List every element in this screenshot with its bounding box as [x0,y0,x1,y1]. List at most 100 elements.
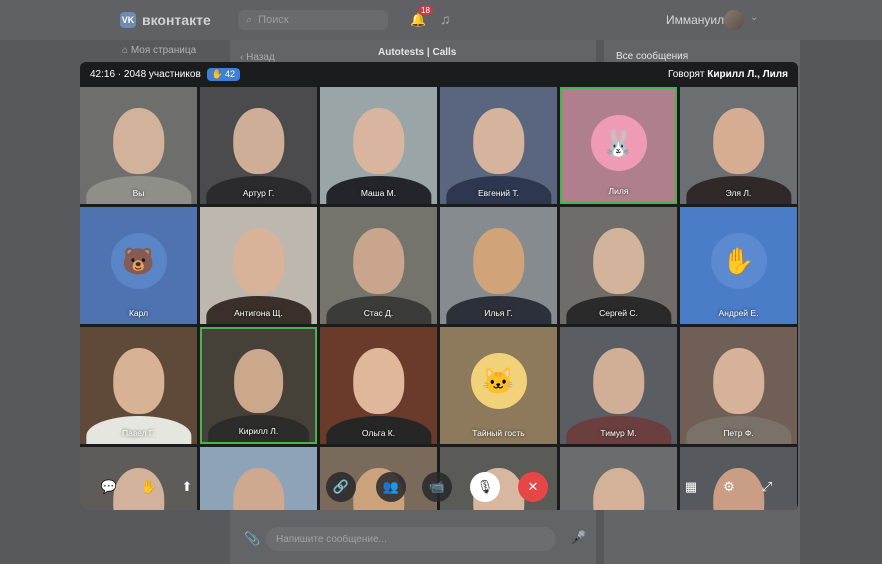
raise-hand-button[interactable]: ✋ [134,472,164,502]
avatar-glyph-icon: 🐰 [602,127,635,158]
participant-face [472,228,525,294]
share-screen-button[interactable]: ⬆ [172,472,202,502]
participants-icon: 👥 [382,479,400,494]
participants-grid: Вы Артур Г. Маша М. Евгений Т. 🐰 Лиля Эля Л. 🐻 К… [80,87,798,510]
avatar: 🐱 [470,353,527,409]
sidebar-item-my-page[interactable]: ⌂ Моя страница [122,45,196,56]
search-input[interactable]: ⌕ Поиск [238,10,388,30]
participant-face [233,349,284,413]
participant-name: Карл [128,308,149,318]
participant-face [592,348,645,414]
mic-muted-icon: 🎙 [476,479,494,494]
participant-face [352,108,405,174]
participant-tile[interactable]: Эля Л. [680,87,797,204]
notifications-badge: 18 [418,6,433,15]
message-input[interactable]: Напишите сообщение... [266,527,556,551]
paperclip-icon[interactable]: 📎 [244,531,260,547]
user-name[interactable]: Иммануил [666,13,724,27]
avatar-glyph-icon: 🐻 [122,245,155,276]
avatar: ✋ [710,233,767,289]
participant-face [352,348,405,414]
search-placeholder: Поиск [258,14,289,26]
participant-name: Вы [132,188,145,198]
raise-hand-icon: ✋ [140,479,158,494]
participant-tile[interactable]: ✋ Андрей Е. [680,207,797,324]
call-controls: 💬 ✋ ⬆ 🔗 👥 📹 🎙 ✕ ▦ ⚙ ⤢ [80,460,798,510]
speaking-prefix: Говорят [668,68,705,80]
participants-button[interactable]: 👥 [376,472,406,502]
participant-name: Павел Г. [122,428,155,438]
layout-button[interactable]: ▦ [676,472,706,502]
participant-tile[interactable]: Петр Ф. [680,327,797,444]
participant-face [232,108,285,174]
avatar: 🐻 [110,233,167,289]
raise-hand-icon: ✋ [211,68,223,79]
search-icon: ⌕ [246,13,253,26]
sidebar-item-label: Моя страница [130,45,197,56]
participant-tile[interactable]: Стас Д. [320,207,437,324]
participant-name: Стас Д. [363,308,394,318]
participant-name: Тимур М. [600,428,637,438]
participant-name: Тайный гость [472,428,525,438]
fullscreen-icon: ⤢ [761,479,773,494]
home-icon: ⌂ [122,45,131,56]
chat-bubble-icon[interactable]: 💬 [94,472,124,502]
participant-tile[interactable]: Тимур М. [560,327,677,444]
voice-message-icon[interactable]: 🎤 [570,530,586,546]
all-messages-link[interactable]: Все сообщения [616,51,688,62]
avatar-glyph-icon: ✋ [722,245,755,276]
participant-face [112,108,165,174]
vk-logo[interactable]: VK вконтакте [120,12,211,28]
participant-name: Петр Ф. [723,428,754,438]
participant-face [472,108,525,174]
vk-logo-mark: VK [120,12,136,28]
participant-tile[interactable]: Павел Г. [80,327,197,444]
speaking-indicator: Говорят Кирилл Л., Лиля [668,69,788,80]
participant-tile[interactable]: Сергей С. [560,207,677,324]
participant-tile[interactable]: Антигона Щ. [200,207,317,324]
raised-hands-badge[interactable]: ✋ 42 [206,67,240,81]
settings-button[interactable]: ⚙ [714,472,744,502]
notifications-bell-icon[interactable]: 🔔 18 [410,6,433,28]
vk-logo-text: вконтакте [142,12,211,28]
music-icon[interactable]: ♫ [440,11,451,27]
participant-tile[interactable]: Артур Г. [200,87,317,204]
participant-face [352,228,405,294]
copy-link-button[interactable]: 🔗 [326,472,356,502]
participant-face [592,228,645,294]
participant-tile[interactable]: 🐰 Лиля [560,87,677,204]
participant-tile[interactable]: Маша М. [320,87,437,204]
participant-name: Кирилл Л. [238,426,279,436]
participant-tile[interactable]: Кирилл Л. [200,327,317,444]
participant-name: Лиля [608,186,629,196]
avatar-glyph-icon: 🐱 [482,365,515,396]
participant-tile[interactable]: Евгений Т. [440,87,557,204]
participant-name: Андрей Е. [718,308,759,318]
participant-face [712,348,765,414]
participant-face [112,348,165,414]
end-call-icon: ✕ [527,479,539,494]
grid-layout-icon: ▦ [684,479,698,494]
link-icon: 🔗 [332,479,350,494]
camera-icon: 📹 [428,479,446,494]
participant-name: Ольга К. [361,428,396,438]
camera-button[interactable]: 📹 [422,472,452,502]
participant-tile[interactable]: 🐱 Тайный гость [440,327,557,444]
participant-tile[interactable]: 🐻 Карл [80,207,197,324]
participant-name: Маша М. [360,188,397,198]
participant-tile[interactable]: Ольга К. [320,327,437,444]
fullscreen-button[interactable]: ⤢ [752,472,782,502]
call-header: 42:16 · 2048 участников ✋ 42 Говорят Кир… [80,62,798,86]
avatar[interactable] [724,10,744,30]
end-call-button[interactable]: ✕ [518,472,548,502]
participant-tile[interactable]: Илья Г. [440,207,557,324]
participant-name: Артур Г. [242,188,275,198]
gear-icon: ⚙ [723,479,735,494]
participant-name: Эля Л. [725,188,752,198]
participant-name: Илья Г. [484,308,513,318]
participant-face [232,228,285,294]
chat-title: Autotests | Calls [378,47,457,58]
participant-tile[interactable]: Вы [80,87,197,204]
chevron-down-icon[interactable]: ⌄ [750,12,758,23]
mic-button[interactable]: 🎙 [470,472,500,502]
